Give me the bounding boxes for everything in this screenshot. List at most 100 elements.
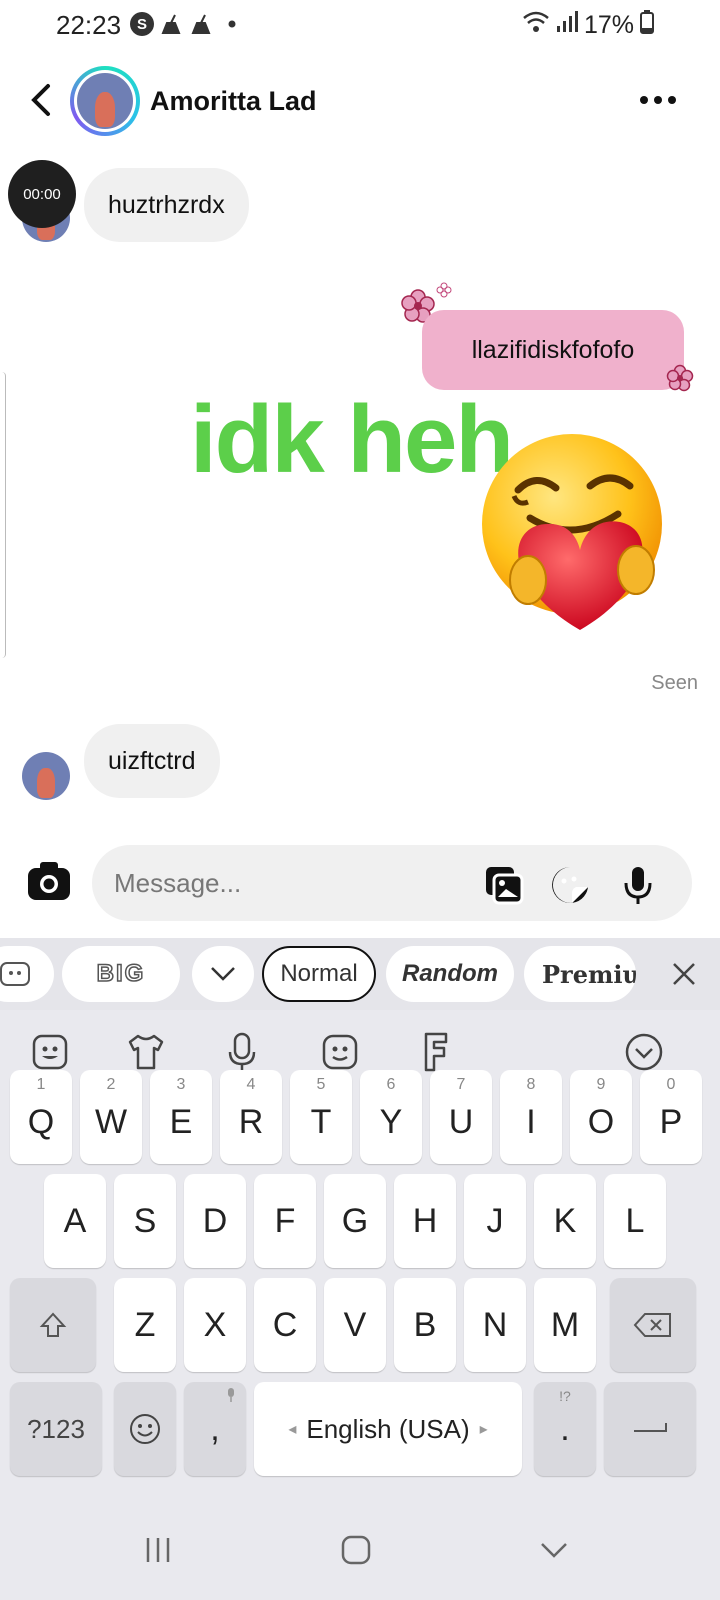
smiling-face-with-heart-emoji[interactable] — [478, 432, 678, 642]
key-r[interactable]: 4R — [220, 1070, 282, 1164]
font-chip-random[interactable]: Random — [386, 946, 514, 1002]
emoji-key[interactable] — [114, 1382, 176, 1476]
backspace-key[interactable] — [610, 1278, 696, 1372]
key-label: F — [274, 1201, 296, 1240]
dot-icon — [220, 12, 244, 36]
key-label: H — [412, 1201, 438, 1240]
key-label: S — [133, 1201, 157, 1240]
key-number-hint: 7 — [456, 1076, 466, 1093]
key-g[interactable]: G — [324, 1174, 386, 1268]
back-arrow-icon[interactable] — [24, 78, 64, 122]
sticker-icon[interactable] — [550, 865, 590, 905]
emoji-icon[interactable] — [28, 1030, 72, 1074]
key-x[interactable]: X — [184, 1278, 246, 1372]
microphone-icon[interactable] — [618, 865, 658, 905]
key-q[interactable]: 1Q — [10, 1070, 72, 1164]
collapse-icon[interactable] — [622, 1030, 666, 1074]
key-label: B — [413, 1305, 437, 1344]
key-n[interactable]: N — [464, 1278, 526, 1372]
incoming-message[interactable]: uizftctrd — [84, 724, 220, 798]
key-label: K — [553, 1201, 577, 1240]
key-label: W — [94, 1102, 128, 1141]
incoming-message[interactable]: huztrhzrdx — [84, 168, 249, 242]
key-label: N — [482, 1305, 508, 1344]
seen-status: Seen — [651, 672, 698, 694]
more-dots-icon[interactable] — [636, 86, 680, 114]
key-s[interactable]: S — [114, 1174, 176, 1268]
key-number-hint: 4 — [246, 1076, 256, 1093]
key-k[interactable]: K — [534, 1174, 596, 1268]
key-label: G — [341, 1201, 369, 1240]
key-h[interactable]: H — [394, 1174, 456, 1268]
font-icon[interactable] — [414, 1030, 458, 1074]
close-icon[interactable] — [666, 956, 702, 992]
key-f[interactable]: F — [254, 1174, 316, 1268]
key-l[interactable]: L — [604, 1174, 666, 1268]
contact-name[interactable]: Amoritta Lad — [150, 86, 317, 117]
battery-icon — [640, 10, 654, 41]
key-number-hint: 5 — [316, 1076, 326, 1093]
edge-handle[interactable] — [0, 372, 6, 658]
flower-decoration-icon — [666, 364, 694, 392]
caret-left-icon: ◂ — [288, 1421, 297, 1438]
space-key[interactable]: ◂ English (USA) ▸ — [254, 1382, 522, 1476]
font-chip-normal[interactable]: Normal — [262, 946, 376, 1002]
wifi-icon — [522, 10, 550, 41]
status-bar: 22:23 S 17% — [0, 0, 720, 50]
key-b[interactable]: B — [394, 1278, 456, 1372]
font-chip-big[interactable]: BIG — [62, 946, 180, 1002]
key-y[interactable]: 6Y — [360, 1070, 422, 1164]
key-number-hint: 3 — [176, 1076, 186, 1093]
gallery-icon[interactable] — [484, 865, 524, 905]
key-number-hint: 9 — [596, 1076, 606, 1093]
avatar[interactable] — [22, 752, 70, 800]
sticker-text[interactable]: idk heh — [190, 385, 514, 495]
comma-key[interactable]: , — [184, 1382, 246, 1476]
key-p[interactable]: 0P — [640, 1070, 702, 1164]
key-u[interactable]: 7U — [430, 1070, 492, 1164]
home-icon[interactable] — [334, 1528, 378, 1572]
key-label: E — [169, 1102, 193, 1141]
key-label: I — [526, 1102, 536, 1141]
key-e[interactable]: 3E — [150, 1070, 212, 1164]
mic-icon[interactable] — [220, 1030, 264, 1074]
key-o[interactable]: 9O — [570, 1070, 632, 1164]
symbols-key[interactable]: ?123 — [10, 1382, 102, 1476]
key-label: L — [625, 1201, 645, 1240]
message-composer — [92, 845, 692, 921]
key-m[interactable]: M — [534, 1278, 596, 1372]
recent-apps-icon[interactable] — [136, 1528, 180, 1572]
chat-header: Amoritta Lad — [0, 56, 720, 146]
sticker-face-icon[interactable] — [318, 1030, 362, 1074]
enter-key[interactable] — [604, 1382, 696, 1476]
outgoing-message[interactable]: llazifidiskfofofo — [422, 310, 684, 390]
period-key[interactable]: !? . — [534, 1382, 596, 1476]
key-c[interactable]: C — [254, 1278, 316, 1372]
shirt-icon[interactable] — [124, 1030, 168, 1074]
key-label: Q — [27, 1102, 55, 1141]
battery-text: 17% — [583, 11, 634, 39]
key-a[interactable]: A — [44, 1174, 106, 1268]
camera-icon[interactable] — [26, 858, 72, 904]
key-number-hint: 6 — [386, 1076, 396, 1093]
space-label: English (USA) — [306, 1413, 470, 1444]
font-chip-premium[interactable]: Premium — [524, 946, 636, 1002]
status-time: 22:23 — [56, 10, 122, 40]
hide-keyboard-icon[interactable] — [532, 1528, 576, 1572]
key-w[interactable]: 2W — [80, 1070, 142, 1164]
key-i[interactable]: 8I — [500, 1070, 562, 1164]
message-input[interactable] — [114, 845, 474, 921]
mic-mini-icon — [226, 1388, 236, 1405]
video-timer: 00:00 — [8, 160, 76, 228]
key-v[interactable]: V — [324, 1278, 386, 1372]
key-z[interactable]: Z — [114, 1278, 176, 1372]
font-sticker-icon[interactable] — [0, 946, 54, 1002]
key-j[interactable]: J — [464, 1174, 526, 1268]
key-number-hint: 0 — [666, 1076, 676, 1093]
shift-key[interactable] — [10, 1278, 96, 1372]
key-d[interactable]: D — [184, 1174, 246, 1268]
contact-avatar[interactable] — [70, 66, 140, 136]
font-expand-button[interactable] — [192, 946, 254, 1002]
key-number-hint: 2 — [106, 1076, 116, 1093]
key-t[interactable]: 5T — [290, 1070, 352, 1164]
